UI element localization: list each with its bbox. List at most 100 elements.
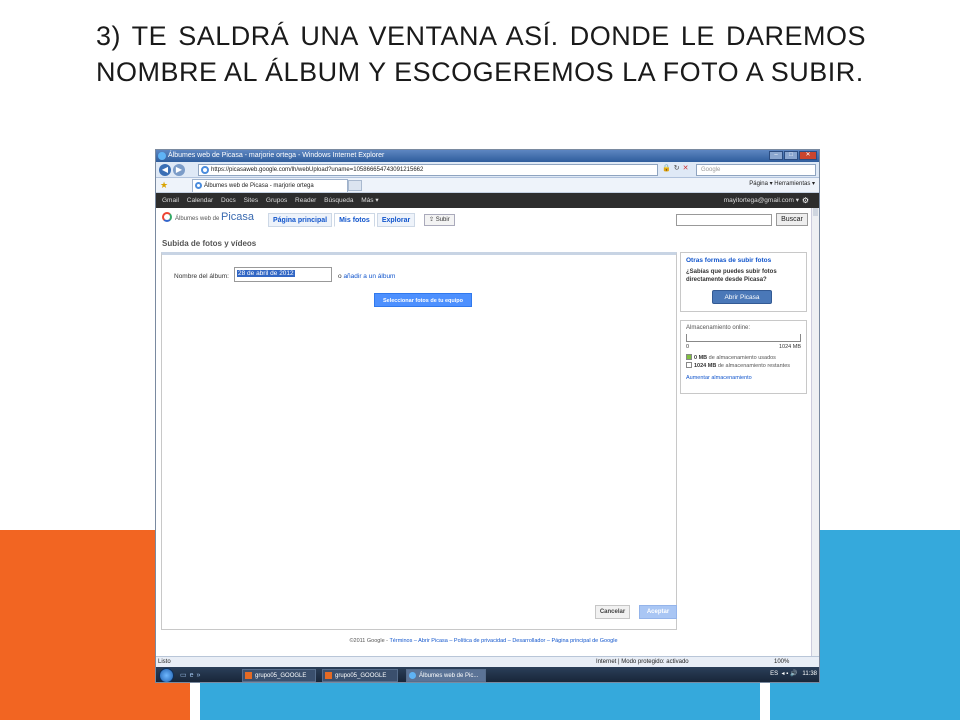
storage-meter <box>686 334 801 342</box>
more-icon[interactable]: » <box>197 672 204 679</box>
url-input[interactable]: https://picasaweb.google.com/lh/webUploa… <box>198 164 658 176</box>
accept-button[interactable]: Aceptar <box>639 605 677 619</box>
address-bar-row: ◀ ▶ https://picasaweb.google.com/lh/webU… <box>156 162 819 178</box>
favorites-star-icon[interactable]: ★ <box>160 180 168 191</box>
gbar-item-calendar[interactable]: Calendar <box>187 197 213 204</box>
logo-big-text: Picasa <box>221 211 255 223</box>
window-controls: – □ ✕ <box>769 151 817 160</box>
other-ways-text: ¿Sabías que puedes subir fotos directame… <box>686 269 777 283</box>
account-menu[interactable]: mayitortega@gmail.com ▾ <box>724 193 799 208</box>
upload-button[interactable]: ⇪ Subir <box>424 214 455 226</box>
back-arrow-icon[interactable]: ◀ <box>159 164 171 176</box>
add-to-album-row: o añadir a un álbum <box>338 273 395 280</box>
vertical-scrollbar[interactable] <box>811 208 819 660</box>
close-button[interactable]: ✕ <box>799 151 817 160</box>
ie-quick-icon[interactable]: e <box>190 672 197 679</box>
quick-launch: ▭e» <box>180 671 203 679</box>
picasa-header: Álbumes web de Picasa Página principal M… <box>156 208 819 230</box>
maximize-button[interactable]: □ <box>784 151 798 160</box>
windows-taskbar: ▭e» grupo05_GOOGLE P... grupo05_GOOGLE R… <box>156 667 819 682</box>
gbar-item-mas[interactable]: Más ▾ <box>361 197 378 204</box>
tab-explorar[interactable]: Explorar <box>376 213 416 227</box>
slide-title: 3) TE SALDRÁ UNA VENTANA ASÍ. DONDE LE D… <box>96 21 866 87</box>
increase-storage-link[interactable]: Aumentar almacenamiento <box>686 375 801 381</box>
forward-arrow-icon[interactable]: ▶ <box>173 164 185 176</box>
or-text: o <box>338 273 342 280</box>
google-bar: Gmail Calendar Docs Sites Grupos Reader … <box>156 193 819 208</box>
browser-screenshot: Álbumes web de Picasa - marjorie ortega … <box>155 149 820 683</box>
clock[interactable]: 11:38 <box>802 671 817 677</box>
album-name-value: 28 de abril de 2012 <box>237 270 295 277</box>
storage-scale: 0 1024 MB <box>686 344 801 350</box>
lock-icon: 🔒 <box>662 165 674 172</box>
storage-remaining-value: 1024 MB <box>694 363 717 369</box>
minimize-button[interactable]: – <box>769 151 783 160</box>
favorites-bar: ★ Álbumes web de Picasa - marjorie orteg… <box>156 178 819 193</box>
taskbar-button-2[interactable]: grupo05_GOOGLE R... <box>322 669 398 682</box>
other-ways-box: Otras formas de subir fotos ¿Sabías que … <box>680 252 807 312</box>
upload-icon: ⇪ <box>429 217 435 223</box>
picasa-swirl-icon <box>162 212 172 222</box>
storage-used-value: 0 MB <box>694 355 708 361</box>
storage-scale-min: 0 <box>686 344 690 350</box>
system-tray: ES ◂ ▪ 🔊 11:38 <box>770 671 817 677</box>
status-text: Listo <box>158 659 171 665</box>
gbar-item-docs[interactable]: Docs <box>221 197 236 204</box>
google-favicon-icon <box>201 166 209 174</box>
gbar-item-grupos[interactable]: Grupos <box>266 197 287 204</box>
page-footer: ©2011 Google - Términos – Abrir Picasa –… <box>349 638 618 644</box>
window-title: Álbumes web de Picasa - marjorie ortega … <box>168 152 385 159</box>
album-name-label: Nombre del álbum: <box>174 273 229 280</box>
tab-pagina-principal[interactable]: Página principal <box>268 213 333 227</box>
zoom-level[interactable]: 100% <box>774 657 789 667</box>
picasa-search-input[interactable] <box>676 214 772 226</box>
start-button[interactable] <box>159 668 174 682</box>
logo-small-text: Álbumes web de <box>175 216 220 222</box>
new-tab-button[interactable] <box>348 180 362 191</box>
gbar-item-reader[interactable]: Reader <box>295 197 316 204</box>
select-photos-button[interactable]: Seleccionar fotos de tu equipo <box>374 293 472 307</box>
storage-used-text: de almacenamiento usados <box>708 355 776 361</box>
refresh-icon[interactable]: ↻ <box>674 165 683 172</box>
stop-icon[interactable]: ✕ <box>683 165 692 172</box>
footer-copyright: ©2011 Google <box>349 638 385 644</box>
open-picasa-button[interactable]: Abrir Picasa <box>712 290 772 304</box>
gbar-item-busqueda[interactable]: Búsqueda <box>324 197 353 204</box>
add-to-album-link[interactable]: añadir a un álbum <box>343 273 395 280</box>
taskbar-label-2: grupo05_GOOGLE R... <box>335 673 387 679</box>
upload-panel: Nombre del álbum: 28 de abril de 2012 o … <box>161 252 677 630</box>
address-tools: 🔒↻✕ <box>662 164 691 172</box>
tab-mis-fotos[interactable]: Mis fotos <box>334 213 375 227</box>
gbar-item-gmail[interactable]: Gmail <box>162 197 179 204</box>
storage-box: Almacenamiento online: 0 1024 MB 0 MB de… <box>680 320 807 394</box>
browser-search-input[interactable]: Google <box>696 164 816 176</box>
gear-icon[interactable]: ⚙ <box>802 193 809 208</box>
storage-remaining-row: 1024 MB de almacenamiento restantes <box>686 362 801 370</box>
storage-remaining-text: de almacenamiento restantes <box>717 363 791 369</box>
picasa-logo[interactable]: Álbumes web de Picasa <box>162 211 254 223</box>
taskbar-button-1[interactable]: grupo05_GOOGLE P... <box>242 669 316 682</box>
page-title: Subida de fotos y vídeos <box>162 239 257 248</box>
gbar-item-sites[interactable]: Sites <box>244 197 258 204</box>
upload-label: Subir <box>435 217 450 223</box>
picasa-nav-tabs: Página principal Mis fotos Explorar <box>268 213 416 227</box>
cancel-button[interactable]: Cancelar <box>595 605 630 619</box>
taskbar-label-1: grupo05_GOOGLE P... <box>255 673 307 679</box>
taskbar-button-3[interactable]: Álbumes web de Pic... <box>406 669 486 682</box>
browser-tab[interactable]: Álbumes web de Picasa - marjorie ortega <box>192 179 348 192</box>
ie-logo-icon <box>158 152 166 160</box>
taskbar-label-3: Álbumes web de Pic... <box>419 673 479 679</box>
powerpoint-icon <box>325 672 332 679</box>
url-text: https://picasaweb.google.com/lh/webUploa… <box>211 167 424 173</box>
desktop-icon[interactable]: ▭ <box>180 672 190 679</box>
storage-scale-max: 1024 MB <box>778 344 801 350</box>
used-swatch <box>686 354 692 360</box>
album-name-input[interactable]: 28 de abril de 2012 <box>234 267 332 282</box>
storage-used-row: 0 MB de almacenamiento usados <box>686 354 801 362</box>
command-bar[interactable]: Página ▾ Herramientas ▾ <box>749 180 815 187</box>
storage-legend: 0 MB de almacenamiento usados 1024 MB de… <box>686 354 801 370</box>
footer-links[interactable]: Términos – Abrir Picasa – Política de pr… <box>389 638 617 644</box>
search-button[interactable]: Buscar <box>776 213 808 226</box>
language-indicator[interactable]: ES <box>770 671 778 677</box>
window-titlebar: Álbumes web de Picasa - marjorie ortega … <box>156 150 819 162</box>
